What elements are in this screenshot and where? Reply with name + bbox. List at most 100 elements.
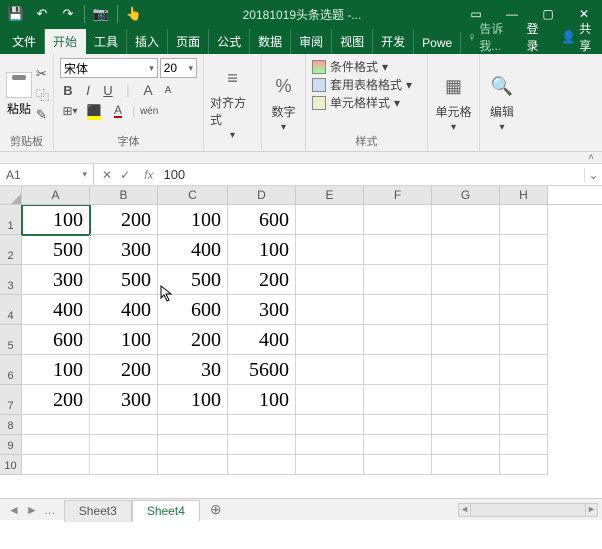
grow-font-button[interactable]: A (140, 82, 156, 98)
cells-button[interactable]: ▦单元格▾ (434, 73, 473, 133)
cell[interactable] (228, 435, 296, 455)
redo-icon[interactable]: ↷ (56, 3, 80, 25)
format-painter-icon[interactable]: ✎ (36, 107, 49, 123)
cell[interactable]: 100 (228, 235, 296, 265)
alignment-button[interactable]: ≡对齐方式▾ (210, 64, 255, 141)
cell[interactable] (432, 435, 500, 455)
font-color-button[interactable]: A (108, 102, 128, 120)
column-header[interactable]: B (90, 186, 158, 204)
cell[interactable] (296, 435, 364, 455)
cell-styles-button[interactable]: 单元格样式 ▾ (312, 94, 421, 111)
cell[interactable] (364, 265, 432, 295)
cell[interactable]: 300 (22, 265, 90, 295)
login-button[interactable]: 登录 (518, 20, 553, 54)
cell[interactable]: 400 (228, 325, 296, 355)
fill-color-button[interactable]: ⬛ (84, 102, 104, 120)
cell[interactable]: 200 (90, 355, 158, 385)
editing-button[interactable]: 🔍编辑▾ (486, 73, 518, 133)
enter-formula-icon[interactable]: ✓ (120, 168, 130, 182)
cell[interactable] (432, 355, 500, 385)
tab-工具[interactable]: 工具 (86, 29, 127, 54)
italic-button[interactable]: I (80, 83, 96, 98)
cell[interactable] (500, 385, 548, 415)
cell[interactable]: 100 (90, 325, 158, 355)
font-name-combo[interactable]: 宋体▾ (60, 58, 158, 78)
cell[interactable]: 200 (22, 385, 90, 415)
shrink-font-button[interactable]: A (160, 85, 176, 96)
underline-button[interactable]: U (100, 83, 116, 98)
cell[interactable]: 300 (90, 235, 158, 265)
row-header[interactable]: 5 (0, 325, 22, 355)
cell[interactable] (296, 355, 364, 385)
tab-视图[interactable]: 视图 (332, 29, 373, 54)
column-header[interactable]: H (500, 186, 548, 204)
cell[interactable] (432, 455, 500, 475)
cell[interactable]: 500 (90, 265, 158, 295)
row-header[interactable]: 7 (0, 385, 22, 415)
cell[interactable]: 100 (22, 355, 90, 385)
row-header[interactable]: 4 (0, 295, 22, 325)
cell[interactable] (364, 415, 432, 435)
select-all-corner[interactable] (0, 186, 22, 204)
cell[interactable] (22, 435, 90, 455)
undo-icon[interactable]: ↶ (30, 3, 54, 25)
tab-插入[interactable]: 插入 (127, 29, 168, 54)
name-box[interactable]: A1▾ (0, 164, 94, 186)
cell[interactable] (296, 415, 364, 435)
cell[interactable] (500, 435, 548, 455)
sheet-tab[interactable]: Sheet4 (132, 500, 200, 522)
cell[interactable]: 100 (158, 205, 228, 235)
prev-sheet-icon[interactable]: ◄ (8, 503, 20, 517)
cell[interactable] (364, 385, 432, 415)
format-as-table-button[interactable]: 套用表格格式 ▾ (312, 76, 421, 93)
cell[interactable]: 600 (22, 325, 90, 355)
cell[interactable] (364, 435, 432, 455)
cell[interactable] (228, 455, 296, 475)
tab-scroll-more[interactable]: … (44, 503, 56, 517)
cell[interactable]: 100 (22, 205, 90, 235)
column-header[interactable]: D (228, 186, 296, 204)
cell[interactable]: 400 (90, 295, 158, 325)
cell[interactable]: 200 (228, 265, 296, 295)
camera-icon[interactable]: 📷 (89, 3, 113, 25)
fx-icon[interactable]: fx (138, 168, 159, 182)
cell[interactable] (500, 235, 548, 265)
new-sheet-icon[interactable]: ⊕ (200, 501, 232, 518)
cell[interactable] (364, 205, 432, 235)
tab-审阅[interactable]: 审阅 (291, 29, 332, 54)
tab-开始[interactable]: 开始 (45, 29, 86, 54)
cell[interactable]: 100 (228, 385, 296, 415)
cell[interactable]: 300 (90, 385, 158, 415)
cut-icon[interactable]: ✂ (36, 66, 49, 82)
cell[interactable] (22, 455, 90, 475)
cell[interactable]: 400 (158, 235, 228, 265)
tab-Powe[interactable]: Powe (414, 32, 461, 54)
cancel-formula-icon[interactable]: ✕ (102, 168, 112, 182)
cell[interactable] (158, 435, 228, 455)
row-header[interactable]: 2 (0, 235, 22, 265)
row-header[interactable]: 1 (0, 205, 22, 235)
cell[interactable] (364, 325, 432, 355)
cell[interactable] (364, 455, 432, 475)
cell[interactable] (500, 325, 548, 355)
row-header[interactable]: 3 (0, 265, 22, 295)
paste-button[interactable]: 粘贴 (6, 72, 32, 117)
font-size-combo[interactable]: 20▾ (160, 58, 197, 78)
cell[interactable] (432, 325, 500, 355)
sheet-tab[interactable]: Sheet3 (64, 500, 132, 522)
cell[interactable]: 500 (158, 265, 228, 295)
touch-mode-icon[interactable]: 👆 (122, 3, 146, 25)
tab-页面[interactable]: 页面 (168, 29, 209, 54)
cell[interactable]: 100 (158, 385, 228, 415)
cell[interactable] (296, 295, 364, 325)
expand-formula-icon[interactable]: ⌄ (584, 168, 602, 182)
row-header[interactable]: 8 (0, 415, 22, 435)
column-header[interactable]: F (364, 186, 432, 204)
cell[interactable] (500, 295, 548, 325)
cell[interactable] (296, 205, 364, 235)
collapse-ribbon-icon[interactable]: ˄ (0, 152, 602, 164)
cell[interactable] (432, 205, 500, 235)
share-button[interactable]: 👤共享 (553, 20, 602, 54)
cell[interactable] (500, 455, 548, 475)
cell[interactable]: 200 (158, 325, 228, 355)
